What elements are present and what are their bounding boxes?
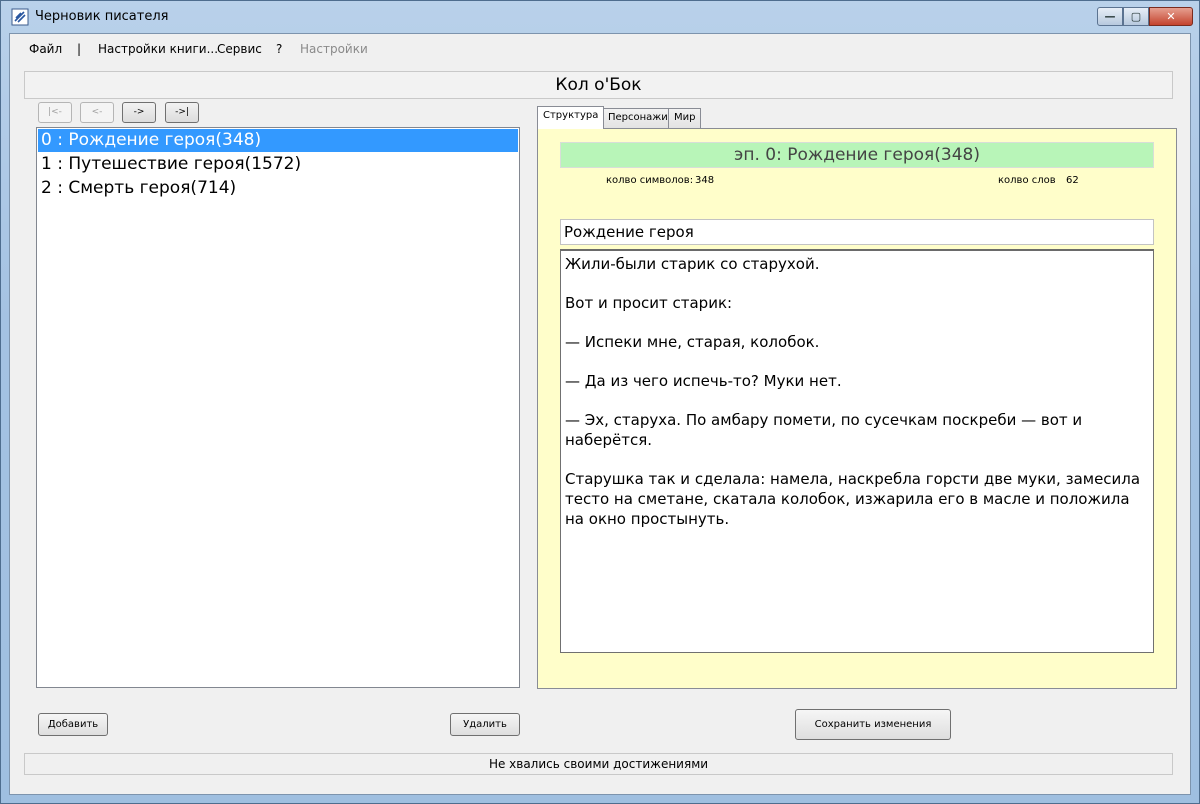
menu-help[interactable]: ? bbox=[276, 42, 282, 56]
status-bar: Не хвались своими достижениями bbox=[24, 753, 1173, 775]
delete-button[interactable]: Удалить bbox=[450, 713, 520, 736]
text-paragraph: Жили-были старик со старухой. bbox=[565, 255, 820, 273]
text-paragraph: — Эх, старуха. По амбару помети, по сусе… bbox=[565, 411, 1083, 449]
close-icon: ✕ bbox=[1166, 10, 1176, 23]
chars-count-label: колво символов: bbox=[606, 175, 694, 186]
tab-world[interactable]: Мир bbox=[668, 108, 702, 128]
maximize-icon: ▢ bbox=[1130, 10, 1142, 23]
episode-list[interactable]: 0 : Рождение героя(348) 1 : Путешествие … bbox=[36, 127, 520, 688]
menu-separator: | bbox=[77, 42, 82, 56]
maximize-button[interactable]: ▢ bbox=[1123, 7, 1149, 26]
nav-last-button[interactable]: ->| bbox=[165, 102, 199, 123]
client-area: Файл | Настройки книги... Сервис ? Настр… bbox=[9, 33, 1191, 795]
text-paragraph: — Испеки мне, старая, колобок. bbox=[565, 333, 820, 351]
menu-file[interactable]: Файл bbox=[29, 42, 62, 56]
nav-prev-button[interactable]: <- bbox=[80, 102, 114, 123]
text-paragraph: — Да из чего испечь-то? Муки нет. bbox=[565, 372, 842, 390]
episode-name-field[interactable]: Рождение героя bbox=[560, 219, 1154, 245]
nav-next-button[interactable]: -> bbox=[122, 102, 156, 123]
menu-bar: Файл | Настройки книги... Сервис ? Настр… bbox=[10, 34, 1190, 64]
close-button[interactable]: ✕ bbox=[1149, 7, 1193, 26]
menu-settings[interactable]: Настройки bbox=[300, 42, 368, 56]
structure-panel: эп. 0: Рождение героя(348) колво символо… bbox=[537, 128, 1177, 689]
list-item[interactable]: 2 : Смерть героя(714) bbox=[38, 177, 518, 200]
list-item[interactable]: 1 : Путешествие героя(1572) bbox=[38, 153, 518, 176]
add-button[interactable]: Добавить bbox=[38, 713, 108, 736]
window-title: Черновик писателя bbox=[35, 9, 169, 24]
app-icon bbox=[11, 8, 29, 26]
tab-characters[interactable]: Персонажи bbox=[602, 108, 674, 128]
episode-header: эп. 0: Рождение героя(348) bbox=[560, 142, 1154, 168]
text-paragraph: Старушка так и сделала: намела, наскребл… bbox=[565, 470, 1141, 528]
text-paragraph: Вот и просит старик: bbox=[565, 294, 733, 312]
title-bar[interactable]: Черновик писателя — ▢ ✕ bbox=[1, 1, 1199, 33]
minimize-icon: — bbox=[1104, 10, 1116, 23]
menu-service[interactable]: Сервис bbox=[217, 42, 262, 56]
menu-book-settings[interactable]: Настройки книги... bbox=[98, 42, 218, 56]
book-title: Кол о'Бок bbox=[24, 71, 1173, 99]
list-item[interactable]: 0 : Рождение героя(348) bbox=[38, 129, 518, 152]
save-changes-button[interactable]: Сохранить изменения bbox=[795, 709, 951, 740]
chars-count-value: 348 bbox=[695, 175, 715, 186]
minimize-button[interactable]: — bbox=[1097, 7, 1123, 26]
nav-first-button[interactable]: |<- bbox=[38, 102, 72, 123]
app-window: Черновик писателя — ▢ ✕ Файл | Настройки… bbox=[0, 0, 1200, 804]
words-count-label: колво слов bbox=[998, 175, 1056, 186]
episode-text-area[interactable]: Жили-были старик со старухой. Вот и прос… bbox=[560, 249, 1154, 653]
tab-structure[interactable]: Структура bbox=[537, 106, 605, 129]
words-count-value: 62 bbox=[1066, 175, 1079, 186]
